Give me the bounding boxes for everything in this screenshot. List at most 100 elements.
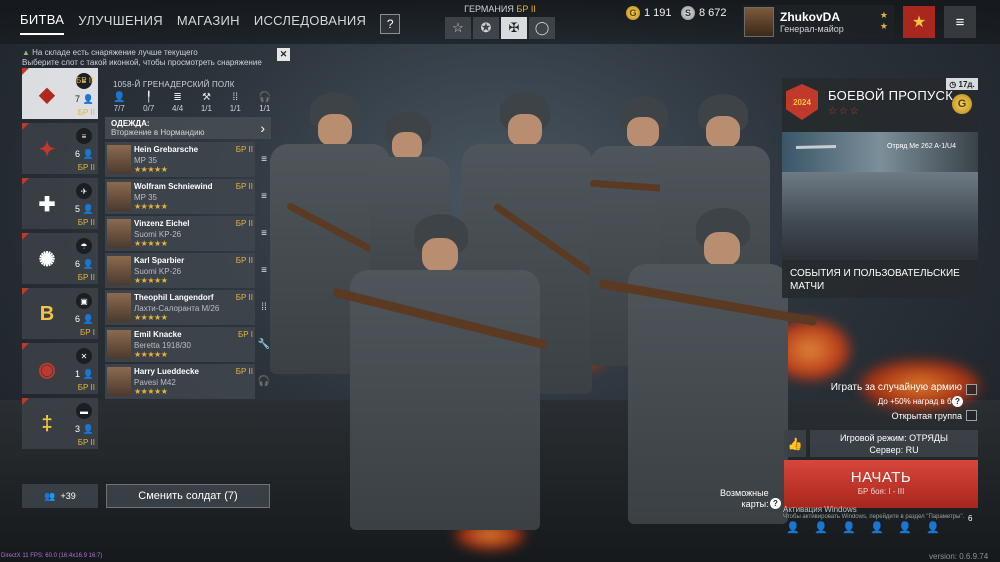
- silver-coin-icon: S: [681, 6, 695, 20]
- close-icon[interactable]: ✕: [277, 48, 290, 61]
- soldier-role-icon[interactable]: ≡: [257, 220, 271, 246]
- squad-br: БР II: [77, 218, 95, 227]
- promo-plane-squad[interactable]: Отряд Me 262 A-1/U4: [782, 132, 978, 172]
- notice-line-2: Выберите слот с такой иконкой, чтобы про…: [22, 58, 262, 67]
- soldier-role-icon[interactable]: ≡: [257, 257, 271, 283]
- friends-button[interactable]: 👥 +39: [22, 484, 98, 508]
- tab-shop[interactable]: МАГАЗИН: [177, 13, 240, 34]
- squad-type-icon: ≡: [76, 128, 92, 144]
- outfit-selector[interactable]: ОДЕЖДА: Вторжение в Нормандию ›: [105, 117, 271, 139]
- nation-selector: ГЕРМАНИЯ БР II ☆ ✪ ✠ ◯: [440, 4, 560, 39]
- nation-br: БР II: [516, 4, 536, 14]
- squad-br: БР II: [77, 108, 95, 117]
- tab-upgrades[interactable]: УЛУЧШЕНИЯ: [78, 13, 163, 34]
- squad-emblem-icon: ✺: [38, 248, 56, 271]
- help-icon[interactable]: ?: [952, 396, 963, 407]
- battle-pass-timer: ◷ 17д.: [946, 78, 978, 90]
- stat-soldiers: 👤 7/7: [113, 92, 126, 113]
- soldier-role-icon[interactable]: ≡: [257, 146, 271, 172]
- silver-balance[interactable]: S 8 672: [681, 6, 727, 20]
- star-outline-icon[interactable]: ☆: [445, 17, 471, 39]
- squad-type-icon: ✕: [76, 348, 92, 364]
- rank-stars-icon: ★ ★: [879, 10, 888, 31]
- squad-br: БР II: [77, 273, 95, 282]
- gold-balance[interactable]: G 1 191: [626, 6, 672, 20]
- soldier-name: Theophil Langendorf: [134, 293, 214, 302]
- promo-banner-image[interactable]: [782, 172, 978, 260]
- squad-br-label: БР II: [76, 76, 94, 85]
- soldier-weapon: MP 35: [134, 193, 157, 202]
- squad-emblem-icon: ✚: [38, 193, 56, 216]
- nation-name: ГЕРМАНИЯ: [464, 4, 514, 14]
- battle-pass-emblem: 2024: [786, 84, 818, 120]
- add-friend-icon[interactable]: 👤: [814, 520, 828, 534]
- tab-battle[interactable]: БИТВА: [20, 12, 65, 35]
- list-icon: ≣: [173, 92, 182, 103]
- squad-card[interactable]: ✚ ✈ 5 👤 БР II: [22, 178, 98, 229]
- squad-size: 7 👤: [75, 94, 94, 104]
- iron-cross-icon[interactable]: ✠: [501, 17, 527, 39]
- soldier-row[interactable]: Emil Knacke Beretta 1918/30 ★★★★★ БР I 🔧: [105, 327, 270, 362]
- tab-research[interactable]: ИССЛЕДОВАНИЯ: [254, 13, 366, 34]
- game-mode-label: Игровой режим: ОТРЯДЫ: [840, 433, 948, 443]
- soldier-row[interactable]: Harry Lueddecke Pavesi M42 ★★★★★ БР II 🎧: [105, 364, 270, 399]
- soldier-name: Wolfram Schniewind: [134, 182, 213, 191]
- add-friend-icon[interactable]: 👤: [786, 520, 800, 534]
- soldier-weapon: Suomi KP-26: [134, 230, 182, 239]
- squad-emblem-icon: ✦: [38, 138, 56, 161]
- events-button[interactable]: СОБЫТИЯ И ПОЛЬЗОВАТЕЛЬСКИЕ МАТЧИ: [782, 260, 978, 298]
- help-icon[interactable]: ?: [770, 498, 781, 509]
- game-mode-selector[interactable]: Игровой режим: ОТРЯДЫ Сервер: RU: [810, 430, 978, 457]
- soldier-rating-stars: ★★★★★: [134, 165, 168, 174]
- stat-ammo: ⁞⁞ 1/1: [229, 92, 241, 113]
- add-friend-icon[interactable]: 👤: [842, 520, 856, 534]
- soldier-role-icon[interactable]: 🎧: [257, 368, 271, 394]
- possible-maps-label[interactable]: Возможные карты:: [720, 488, 769, 510]
- star-circle-icon[interactable]: ✪: [473, 17, 499, 39]
- soldier-row[interactable]: Karl Sparbier Suomi KP-26 ★★★★★ БР II ≡: [105, 253, 267, 288]
- squad-card[interactable]: B ▣ 6 👤 БР I: [22, 288, 98, 339]
- add-friend-icon[interactable]: 👤: [898, 520, 912, 534]
- soldier-name: Karl Sparbier: [134, 256, 185, 265]
- soldier-row[interactable]: Hein Grebarsche MP 35 ★★★★★ БР II ≡: [105, 142, 267, 177]
- soldier-role-icon[interactable]: ⁞⁞: [257, 294, 271, 320]
- rank-badge-icon[interactable]: ★: [903, 6, 935, 38]
- outfit-label: ОДЕЖДА:: [111, 119, 150, 128]
- soldier-name: Vinzenz Eichel: [134, 219, 190, 228]
- soldier-weapon: Pavesi M42: [134, 378, 176, 387]
- circle-icon[interactable]: ◯: [529, 17, 555, 39]
- squad-card[interactable]: ✦ ≡ 6 👤 БР II: [22, 123, 98, 174]
- soldier-role-icon[interactable]: 🔧: [257, 331, 271, 357]
- headset-icon: 🎧: [258, 92, 271, 103]
- soldier-rating-stars: ★★★★★: [134, 350, 168, 359]
- start-button[interactable]: НАЧАТЬ БР боя: I - III: [784, 460, 978, 508]
- random-army-checkbox[interactable]: [966, 384, 977, 395]
- menu-button[interactable]: ≡: [944, 6, 976, 38]
- squad-card[interactable]: ‡ ▬ 3 👤 БР II: [22, 398, 98, 449]
- stat-list: ≣ 4/4: [172, 92, 184, 113]
- stat-engineer: ⚒ 1/1: [200, 92, 212, 113]
- stat-radio: 🎧 1/1: [258, 92, 271, 113]
- soldier-role-icon[interactable]: ≡: [257, 183, 271, 209]
- squad-emblem-icon: ◉: [38, 358, 56, 381]
- soldier-row[interactable]: Wolfram Schniewind MP 35 ★★★★★ БР II ≡: [105, 179, 267, 214]
- upgrade-arrow-icon: ▲: [22, 48, 33, 57]
- soldier-row[interactable]: Vinzenz Eichel Suomi KP-26 ★★★★★ БР II ≡: [105, 216, 267, 251]
- squad-card[interactable]: ✺ ☂ 6 👤 БР II: [22, 233, 98, 284]
- nation-title: ГЕРМАНИЯ БР II: [440, 4, 560, 14]
- open-group-checkbox[interactable]: [966, 410, 977, 421]
- thumbs-up-icon[interactable]: 👍: [784, 430, 806, 457]
- soldier-rating-stars: ★★★★★: [134, 387, 168, 396]
- squad-card[interactable]: ◉ ✕ 1 👤 БР II: [22, 343, 98, 394]
- gold-coin-icon: G: [626, 6, 640, 20]
- rifle-icon: ╿: [145, 92, 152, 103]
- soldier-br: БР II: [235, 367, 253, 376]
- profile-panel[interactable]: ZhukovDA Генерал-майор ★ ★: [742, 5, 894, 39]
- change-soldier-button[interactable]: Сменить солдат (7): [106, 484, 270, 508]
- soldier-row[interactable]: Theophil Langendorf Лахти-Салоранта М/26 ★…: [105, 290, 267, 325]
- soldier-br: БР I: [237, 330, 253, 339]
- help-button[interactable]: ?: [380, 13, 401, 34]
- squad-br: БР II: [77, 383, 95, 392]
- add-friend-icon[interactable]: 👤: [926, 520, 940, 534]
- add-friend-icon[interactable]: 👤: [870, 520, 884, 534]
